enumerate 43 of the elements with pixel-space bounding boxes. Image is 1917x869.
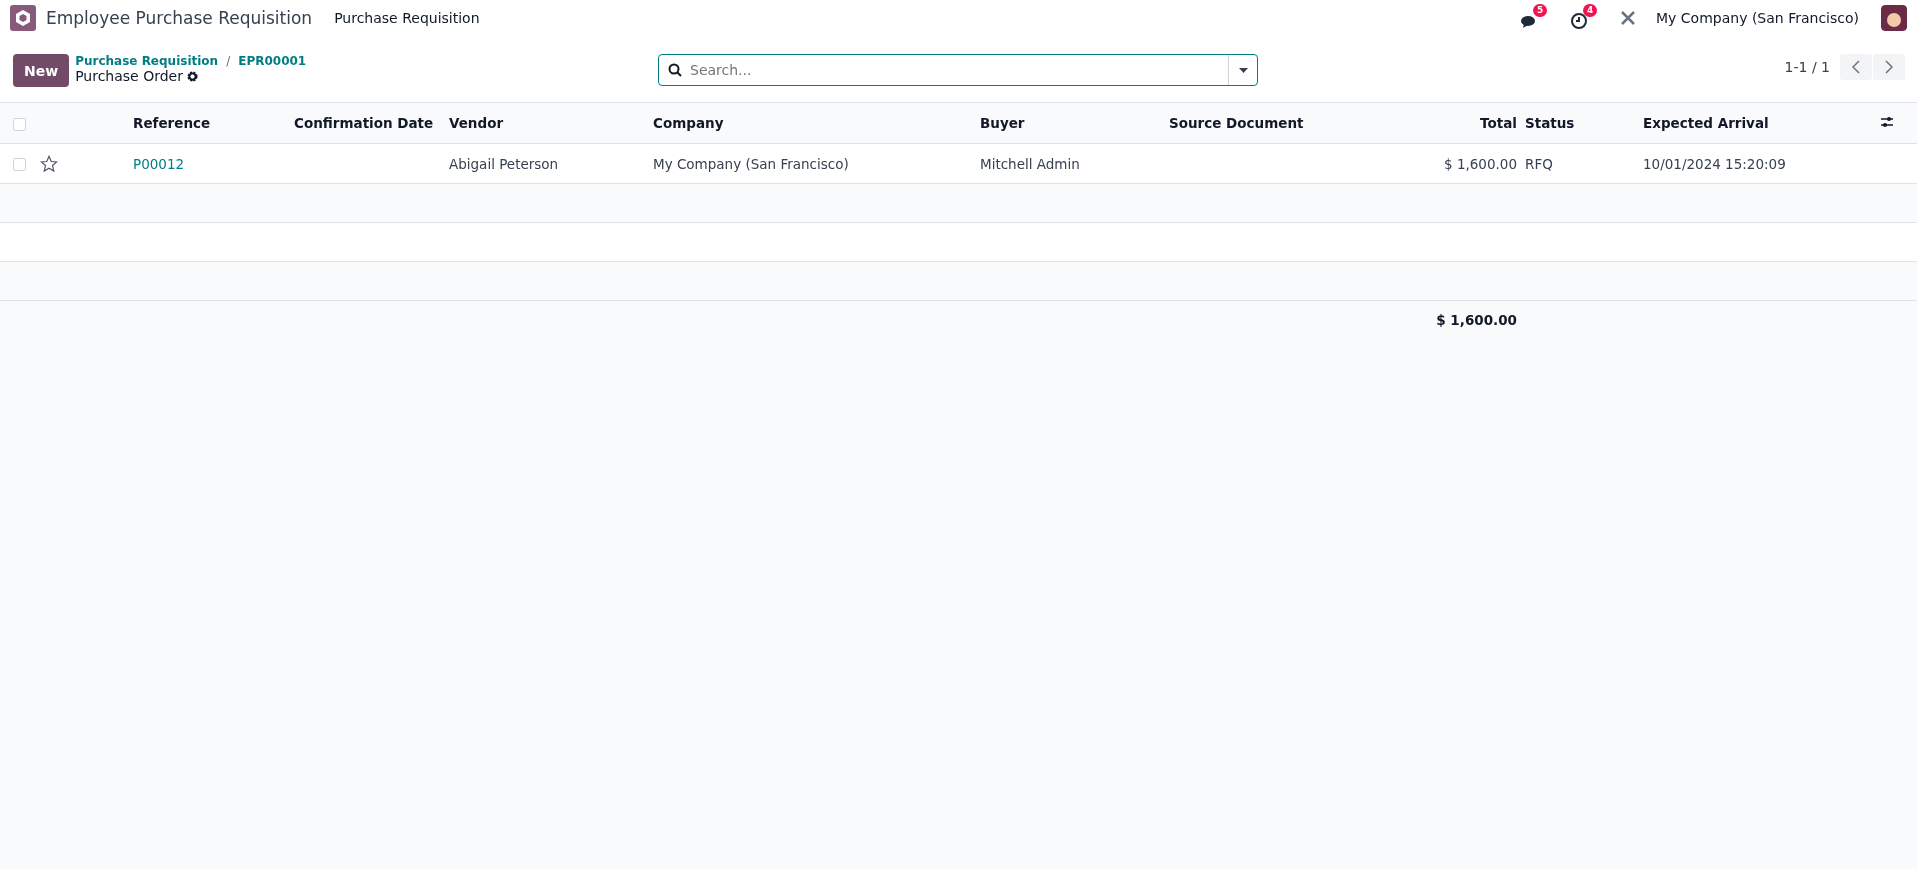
star-icon[interactable]: [40, 154, 58, 173]
chevron-right-icon: [1885, 60, 1893, 74]
avatar-icon[interactable]: [1881, 5, 1907, 31]
column-header[interactable]: Expected Arrival: [1643, 115, 1769, 131]
activities-button[interactable]: 4: [1570, 4, 1607, 32]
reference-link[interactable]: P00012: [133, 155, 185, 172]
notification-badge: 5: [1533, 4, 1548, 17]
app-title: Employee Purchase Requisition: [46, 8, 313, 28]
messages-button[interactable]: 5: [1520, 4, 1557, 32]
row-checkbox[interactable]: [13, 158, 26, 171]
table-cell: $ 1,600.00: [1444, 155, 1517, 172]
settings-icon[interactable]: [186, 70, 198, 82]
search-field[interactable]: Search...: [658, 54, 1258, 86]
search-icon: [668, 63, 682, 77]
breadcrumb-link[interactable]: Purchase Requisition: [75, 54, 219, 68]
column-header[interactable]: Source Document: [1169, 115, 1304, 131]
app-logo-icon[interactable]: [10, 5, 36, 31]
new-button[interactable]: New: [13, 54, 70, 87]
column-header[interactable]: Vendor: [449, 115, 504, 131]
notification-badge: 4: [1583, 4, 1598, 17]
table-cell: 10/01/2024 15:20:09: [1643, 155, 1786, 172]
company-switcher[interactable]: My Company (San Francisco): [1656, 10, 1859, 26]
table-cell: RFQ: [1525, 155, 1553, 172]
table-cell: Mitchell Admin: [980, 155, 1080, 172]
view-title: Purchase Order: [75, 68, 183, 84]
caret-icon: [1238, 67, 1248, 73]
menu-item[interactable]: Purchase Requisition: [334, 10, 480, 26]
pager-value[interactable]: 1-1 / 1: [1784, 59, 1830, 75]
column-header[interactable]: Total: [1480, 115, 1517, 131]
column-header[interactable]: Buyer: [980, 115, 1025, 131]
column-header[interactable]: Confirmation Date: [294, 115, 434, 131]
column-header[interactable]: Status: [1525, 115, 1575, 131]
breadcrumb-separator: /: [226, 54, 231, 68]
table-cell: Abigail Peterson: [449, 155, 559, 172]
chevron-left-icon: [1852, 60, 1860, 74]
column-header[interactable]: Reference: [133, 115, 211, 131]
column-settings-icon[interactable]: [1880, 116, 1894, 128]
table-cell: My Company (San Francisco): [653, 155, 849, 172]
total-sum: $ 1,600.00: [1436, 312, 1517, 328]
column-header[interactable]: Company: [653, 115, 724, 131]
breadcrumb-link[interactable]: EPR00001: [238, 54, 307, 68]
clock-icon: [1570, 12, 1589, 30]
select-all-checkbox[interactable]: [13, 117, 26, 131]
